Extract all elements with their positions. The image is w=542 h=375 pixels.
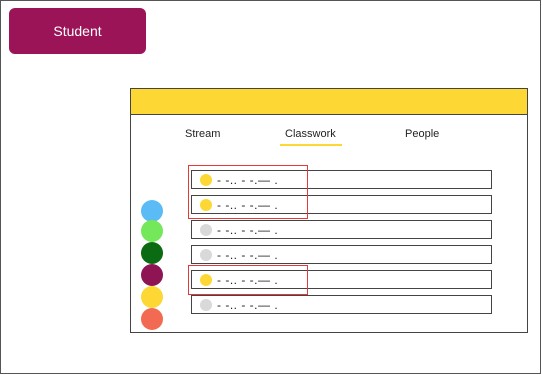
assignment-row[interactable]: - -.. - -.— . bbox=[191, 295, 492, 314]
tab-people[interactable]: People bbox=[405, 128, 439, 140]
active-tab-indicator bbox=[280, 144, 342, 146]
color-swatch-orange[interactable] bbox=[141, 308, 163, 330]
card-header-banner bbox=[131, 89, 527, 115]
status-dot bbox=[200, 298, 212, 311]
tab-classwork[interactable]: Classwork bbox=[285, 128, 336, 140]
student-role-label: Student bbox=[53, 23, 102, 39]
color-swatch-light-green[interactable] bbox=[141, 220, 163, 242]
assignment-row[interactable]: - -.. - -.— . bbox=[191, 245, 492, 264]
highlight-box-top bbox=[188, 165, 308, 219]
status-dot bbox=[200, 223, 212, 236]
assignment-title: - -.. - -.— . bbox=[217, 297, 279, 312]
status-dot bbox=[200, 248, 212, 261]
tab-stream[interactable]: Stream bbox=[185, 128, 220, 140]
color-swatch-maroon[interactable] bbox=[141, 264, 163, 286]
color-swatch-dark-green[interactable] bbox=[141, 242, 163, 264]
assignment-title: - -.. - -.— . bbox=[217, 247, 279, 262]
student-role-button[interactable]: Student bbox=[9, 8, 146, 54]
highlight-box-bottom bbox=[188, 265, 308, 295]
color-swatch-yellow[interactable] bbox=[141, 286, 163, 308]
assignment-title: - -.. - -.— . bbox=[217, 222, 279, 237]
color-swatch-light-blue[interactable] bbox=[141, 200, 163, 222]
assignment-row[interactable]: - -.. - -.— . bbox=[191, 220, 492, 239]
